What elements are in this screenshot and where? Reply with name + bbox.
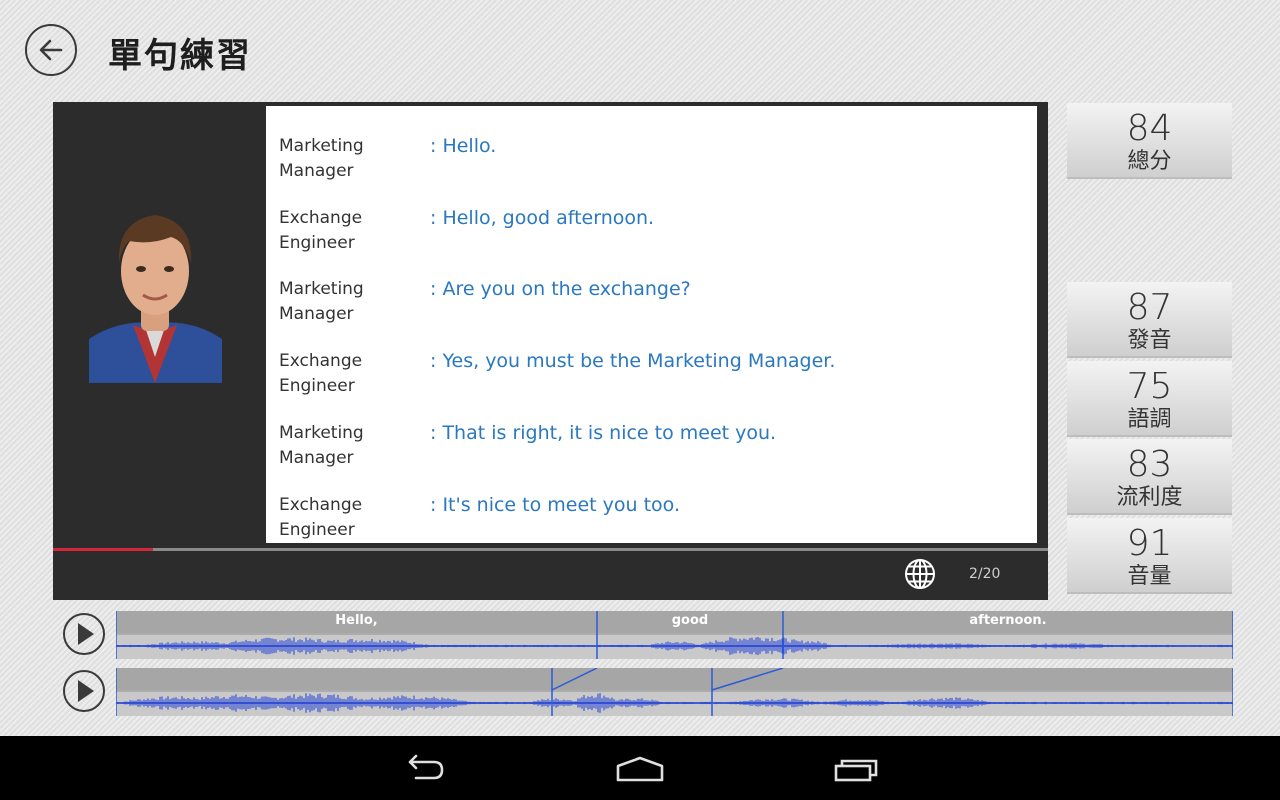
dialog-line[interactable]: Exchange Engineer : Hello, good afternoon…	[266, 206, 1037, 266]
top-bar: 單句練習	[0, 0, 1280, 100]
reference-waveform[interactable]: Hello, good afternoon.	[116, 611, 1233, 659]
score-label: 總分	[1127, 149, 1172, 174]
word-alignment-link	[551, 668, 598, 691]
score-label: 流利度	[1116, 485, 1183, 510]
speaker-name: Marketing Manager	[279, 136, 364, 181]
score-value: 75	[1126, 366, 1173, 407]
score-pronunciation: 87 發音	[1067, 282, 1232, 358]
score-value: 87	[1126, 287, 1173, 328]
dialog-stage: Marketing Manager : Hello. Exchange Engine…	[53, 102, 1048, 600]
utterance-text: : It's nice to meet you too.	[430, 494, 680, 516]
score-intonation: 75 語調	[1067, 361, 1232, 437]
score-label: 音量	[1127, 564, 1172, 589]
translate-button[interactable]	[903, 557, 937, 591]
play-reference-button[interactable]	[63, 613, 105, 655]
playback-progress-bar[interactable]	[53, 548, 1048, 551]
nav-recent-apps-button[interactable]	[828, 752, 888, 784]
score-fluency: 83 流利度	[1067, 439, 1232, 515]
score-volume: 91 音量	[1067, 518, 1232, 594]
utterance-text: : Yes, you must be the Marketing Manager…	[430, 350, 836, 372]
dialog-line[interactable]: Marketing Manager : Hello.	[266, 134, 1037, 194]
score-value: 83	[1126, 444, 1173, 485]
score-value: 84	[1126, 108, 1173, 149]
globe-icon	[905, 559, 935, 589]
nav-back-icon	[408, 754, 444, 780]
page-indicator: 2/20	[969, 566, 1001, 582]
utterance-text: : Hello, good afternoon.	[430, 207, 655, 229]
utterance-text: : Hello.	[430, 135, 497, 157]
play-recording-button[interactable]	[63, 670, 105, 712]
score-label: 發音	[1127, 328, 1172, 353]
utterance-text: : Are you on the exchange?	[430, 278, 691, 300]
speaker-name: Exchange Engineer	[279, 351, 363, 396]
score-total: 84 總分	[1067, 103, 1232, 179]
nav-recent-apps-icon	[834, 759, 878, 782]
score-value: 91	[1126, 523, 1173, 564]
system-navigation-bar	[0, 736, 1280, 800]
page-title: 單句練習	[108, 36, 252, 76]
waveform-graph	[116, 611, 1233, 659]
speaker-name: Exchange Engineer	[279, 208, 363, 253]
dialog-line[interactable]: Exchange Engineer : Yes, you must be the …	[266, 349, 1037, 409]
waveform-graph	[116, 668, 1233, 716]
playback-progress-fill	[53, 548, 153, 551]
utterance-text: : That is right, it is nice to meet you.	[430, 422, 777, 444]
nav-home-button[interactable]	[610, 752, 670, 784]
nav-home-icon	[616, 756, 664, 782]
dialog-line[interactable]: Exchange Engineer : It's nice to meet you…	[266, 493, 1037, 543]
back-arrow-icon	[39, 39, 63, 61]
avatar	[89, 207, 222, 383]
recording-waveform[interactable]	[116, 668, 1233, 716]
dialog-line[interactable]: Marketing Manager : Are you on the exchan…	[266, 277, 1037, 337]
speaker-name: Exchange Engineer	[279, 495, 363, 540]
speaker-name: Marketing Manager	[279, 279, 364, 324]
nav-back-button[interactable]	[394, 752, 454, 784]
dialog-transcript: Marketing Manager : Hello. Exchange Engine…	[266, 106, 1037, 543]
speaker-name: Marketing Manager	[279, 423, 364, 468]
score-label: 語調	[1127, 407, 1172, 432]
back-button[interactable]	[25, 24, 77, 76]
word-alignment-link	[711, 668, 784, 691]
dialog-line[interactable]: Marketing Manager : That is right, it is …	[266, 421, 1037, 481]
